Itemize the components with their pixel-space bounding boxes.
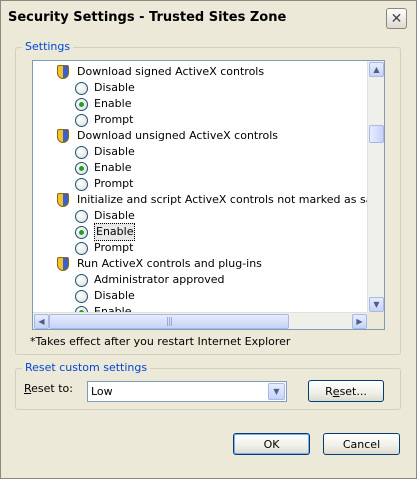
- vertical-scroll-thumb[interactable]: [369, 125, 384, 143]
- setting-option[interactable]: Enable: [33, 160, 131, 176]
- radio-dot-icon: [79, 101, 84, 107]
- setting-option-label: Enable: [94, 223, 136, 241]
- reset-legend: Reset custom settings: [22, 361, 151, 374]
- radio-dot-icon: [79, 165, 84, 171]
- reset-level-value: Low: [91, 385, 113, 398]
- security-shield-icon: [57, 193, 69, 207]
- radio-unchecked-icon[interactable]: [75, 289, 88, 303]
- arrow-right-icon: ▶: [356, 317, 363, 326]
- setting-option[interactable]: Disable: [33, 80, 135, 96]
- scroll-up-button[interactable]: ▲: [369, 62, 384, 77]
- radio-unchecked-icon[interactable]: [75, 209, 88, 223]
- security-shield-icon: [57, 257, 69, 271]
- radio-unchecked-icon[interactable]: [75, 273, 88, 287]
- settings-list[interactable]: Download signed ActiveX controls Disable E…: [32, 60, 385, 330]
- setting-option-label: Prompt: [94, 113, 134, 126]
- radio-unchecked-icon[interactable]: [75, 177, 88, 191]
- ok-button[interactable]: OK: [233, 433, 310, 455]
- radio-dot-icon: [79, 229, 84, 235]
- setting-header: Run ActiveX controls and plug-ins: [33, 256, 262, 272]
- security-shield-icon: [57, 65, 69, 79]
- security-shield-icon: [57, 129, 69, 143]
- reset-to-label-text: eset to:: [31, 382, 73, 395]
- radio-unchecked-icon[interactable]: [75, 81, 88, 95]
- setting-option-label: Enable: [94, 97, 132, 110]
- radio-unchecked-icon[interactable]: [75, 113, 88, 127]
- dropdown-button[interactable]: ▼: [268, 383, 285, 400]
- setting-option-label: Enable: [94, 161, 132, 174]
- arrow-up-icon: ▲: [373, 65, 380, 74]
- title-bar[interactable]: Security Settings - Trusted Sites Zone ✕: [2, 2, 415, 32]
- arrow-down-icon: ▼: [373, 300, 380, 309]
- setting-option[interactable]: Disable: [33, 288, 135, 304]
- radio-unchecked-icon[interactable]: [75, 145, 88, 159]
- settings-legend: Settings: [22, 40, 74, 53]
- horizontal-scrollbar[interactable]: ◀ ||| ▶: [33, 312, 368, 329]
- radio-checked-icon[interactable]: [75, 97, 88, 111]
- ok-button-label: OK: [263, 437, 280, 451]
- reset-button-text-start: R: [325, 384, 333, 398]
- radio-unchecked-icon[interactable]: [75, 241, 88, 255]
- reset-to-label: Reset to:: [24, 382, 73, 395]
- scroll-corner: [367, 312, 384, 329]
- setting-option-label: Disable: [94, 289, 135, 302]
- setting-option-label: Prompt: [94, 241, 134, 254]
- setting-option[interactable]: Disable: [33, 208, 135, 224]
- arrow-left-icon: ◀: [38, 317, 45, 326]
- setting-header: Download signed ActiveX controls: [33, 64, 264, 80]
- cancel-button-label: Cancel: [342, 437, 381, 451]
- setting-option-label: Administrator approved: [94, 273, 225, 286]
- vertical-scrollbar[interactable]: ▲ ▼: [367, 61, 384, 313]
- scroll-down-button[interactable]: ▼: [369, 297, 384, 312]
- setting-option-label: Disable: [94, 209, 135, 222]
- window-title: Security Settings - Trusted Sites Zone: [8, 10, 287, 25]
- setting-option-label: Disable: [94, 81, 135, 94]
- setting-option[interactable]: Prompt: [33, 176, 133, 192]
- reset-button-text-end: set...: [339, 384, 367, 398]
- close-button[interactable]: ✕: [386, 8, 407, 29]
- radio-checked-icon[interactable]: [75, 225, 88, 239]
- setting-header: Initialize and script ActiveX controls n…: [33, 192, 368, 208]
- setting-option-label: Prompt: [94, 177, 134, 190]
- close-icon: ✕: [390, 10, 403, 27]
- setting-option[interactable]: Administrator approved: [33, 272, 224, 288]
- cancel-button[interactable]: Cancel: [323, 433, 400, 455]
- setting-option[interactable]: Prompt: [33, 240, 133, 256]
- setting-header-label: Initialize and script ActiveX controls n…: [77, 193, 368, 206]
- reset-button[interactable]: Re set...: [308, 380, 384, 402]
- setting-header-label: Download signed ActiveX controls: [77, 65, 265, 78]
- setting-header: Download unsigned ActiveX controls: [33, 128, 278, 144]
- setting-header-label: Run ActiveX controls and plug-ins: [77, 257, 262, 270]
- setting-option[interactable]: Prompt: [33, 112, 133, 128]
- radio-checked-icon[interactable]: [75, 161, 88, 175]
- settings-list-viewport: Download signed ActiveX controls Disable E…: [33, 61, 368, 313]
- chevron-down-icon: ▼: [273, 387, 280, 396]
- setting-option[interactable]: Enable: [33, 223, 136, 241]
- scroll-left-button[interactable]: ◀: [34, 314, 49, 329]
- scroll-right-button[interactable]: ▶: [352, 314, 367, 329]
- setting-option-label: Disable: [94, 145, 135, 158]
- horizontal-scroll-thumb[interactable]: |||: [49, 314, 289, 329]
- setting-option[interactable]: Enable: [33, 96, 131, 112]
- setting-option[interactable]: Disable: [33, 144, 135, 160]
- reset-level-dropdown[interactable]: Low ▼: [87, 381, 287, 402]
- setting-header-label: Download unsigned ActiveX controls: [77, 129, 279, 142]
- reset-button-accesskey: e: [332, 384, 340, 398]
- grip-icon: |||: [165, 316, 173, 327]
- security-settings-dialog: Security Settings - Trusted Sites Zone ✕…: [0, 0, 417, 479]
- restart-note: *Takes effect after you restart Internet…: [30, 335, 291, 348]
